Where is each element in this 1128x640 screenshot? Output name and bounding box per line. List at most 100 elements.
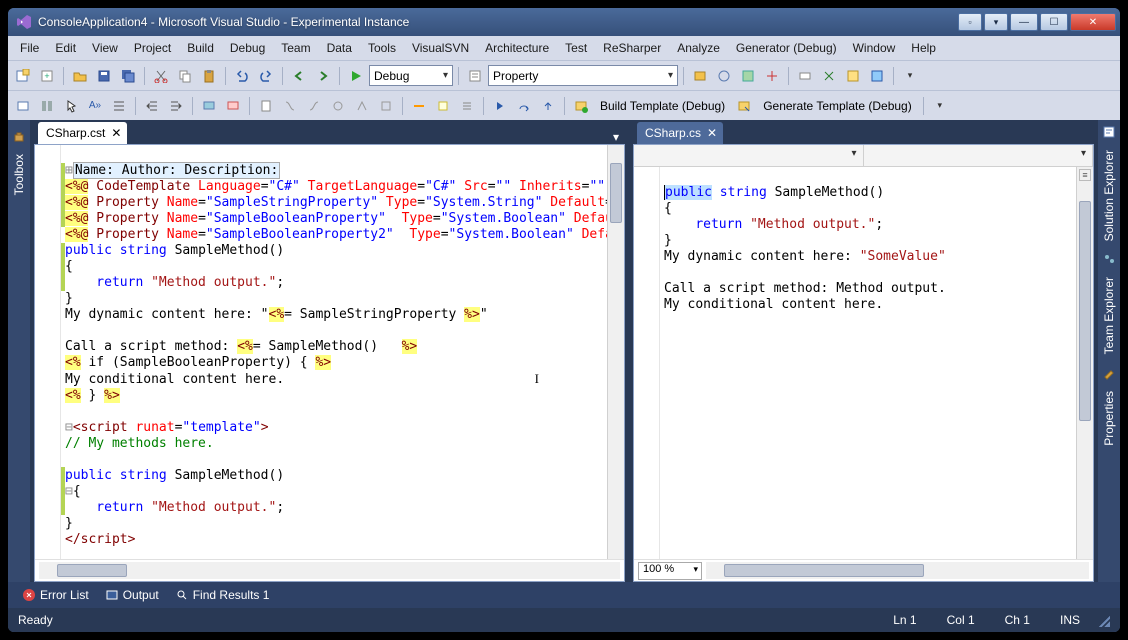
scrollbar-h-left[interactable] [39, 562, 620, 579]
menu-generator[interactable]: Generator (Debug) [728, 38, 845, 58]
editor-left[interactable]: ⊞Name: Author: Description: <%@ CodeTemp… [34, 144, 625, 582]
t2-x3-icon[interactable] [327, 95, 349, 117]
redo-icon[interactable] [255, 65, 277, 87]
tool-a-icon[interactable] [689, 65, 711, 87]
t2-comment-icon[interactable] [198, 95, 220, 117]
tab-close-icon[interactable]: ✕ [707, 126, 717, 140]
team-explorer-tab[interactable]: Team Explorer [1100, 271, 1118, 360]
paste-icon[interactable] [198, 65, 220, 87]
toolbar2-overflow-icon[interactable]: ▾ [929, 95, 951, 117]
window-button-b[interactable]: ▾ [984, 13, 1008, 31]
scrollbar-v-right[interactable]: ≡ [1076, 167, 1093, 559]
t2-step-icon[interactable] [489, 95, 511, 117]
toolbox-tab[interactable]: Toolbox [10, 150, 28, 199]
scrollbar-h-right[interactable] [706, 562, 1089, 579]
solution-explorer-icon[interactable] [1101, 124, 1117, 140]
menu-tools[interactable]: Tools [360, 38, 404, 58]
t2-stepover-icon[interactable] [513, 95, 535, 117]
tab-csharp-cst[interactable]: CSharp.cst ✕ [38, 122, 127, 144]
type-dropdown[interactable] [634, 145, 864, 166]
menu-team[interactable]: Team [273, 38, 318, 58]
start-debug-icon[interactable] [345, 65, 367, 87]
menu-window[interactable]: Window [845, 38, 904, 58]
t2-indent2-icon[interactable] [165, 95, 187, 117]
menu-project[interactable]: Project [126, 38, 179, 58]
menu-edit[interactable]: Edit [47, 38, 84, 58]
menu-data[interactable]: Data [319, 38, 360, 58]
resize-grip-icon[interactable] [1096, 613, 1110, 627]
menu-test[interactable]: Test [557, 38, 595, 58]
save-all-icon[interactable] [117, 65, 139, 87]
tool-f-icon[interactable] [818, 65, 840, 87]
find-results-tab[interactable]: Find Results 1 [169, 586, 276, 604]
maximize-button[interactable]: ☐ [1040, 13, 1068, 31]
t2-x5-icon[interactable] [375, 95, 397, 117]
zoom-combo[interactable]: 100 % [638, 562, 702, 580]
t2-outdent-icon[interactable] [141, 95, 163, 117]
team-explorer-icon[interactable] [1101, 251, 1117, 267]
t2-stepout-icon[interactable] [537, 95, 559, 117]
build-template-label[interactable]: Build Template (Debug) [594, 99, 731, 113]
solution-explorer-tab[interactable]: Solution Explorer [1100, 144, 1118, 247]
tool-g-icon[interactable] [842, 65, 864, 87]
tab-dropdown-icon[interactable]: ▾ [607, 130, 625, 144]
menu-build[interactable]: Build [179, 38, 222, 58]
property-icon[interactable] [464, 65, 486, 87]
solution-config-combo[interactable]: Debug [369, 65, 453, 86]
t2-x1-icon[interactable] [279, 95, 301, 117]
t2-y1-icon[interactable] [408, 95, 430, 117]
nav-back-icon[interactable] [288, 65, 310, 87]
menu-visualsvn[interactable]: VisualSVN [404, 38, 477, 58]
t2-a-icon[interactable] [12, 95, 34, 117]
close-button[interactable]: ✕ [1070, 13, 1116, 31]
open-icon[interactable] [69, 65, 91, 87]
t2-bookmark-icon[interactable] [255, 95, 277, 117]
copy-icon[interactable] [174, 65, 196, 87]
toolbar-overflow-icon[interactable]: ▾ [899, 65, 921, 87]
menu-help[interactable]: Help [903, 38, 944, 58]
generate-template-label[interactable]: Generate Template (Debug) [757, 99, 918, 113]
t2-x4-icon[interactable] [351, 95, 373, 117]
properties-tab[interactable]: Properties [1100, 385, 1118, 452]
platform-combo[interactable]: Property [488, 65, 678, 86]
toolbox-icon[interactable] [11, 128, 27, 144]
add-item-icon[interactable]: + [36, 65, 58, 87]
t2-cursor-icon[interactable] [60, 95, 82, 117]
menu-resharper[interactable]: ReSharper [595, 38, 669, 58]
tab-close-icon[interactable]: ✕ [111, 126, 121, 140]
generate-template-icon[interactable] [733, 95, 755, 117]
tool-b-icon[interactable] [713, 65, 735, 87]
undo-icon[interactable] [231, 65, 253, 87]
new-project-icon[interactable] [12, 65, 34, 87]
t2-y3-icon[interactable] [456, 95, 478, 117]
t2-b-icon[interactable] [36, 95, 58, 117]
window-button-a[interactable]: ▫ [958, 13, 982, 31]
tab-csharp-cs[interactable]: CSharp.cs ✕ [637, 122, 723, 144]
split-icon[interactable]: ≡ [1079, 169, 1091, 181]
menu-analyze[interactable]: Analyze [669, 38, 728, 58]
minimize-button[interactable]: — [1010, 13, 1038, 31]
menu-file[interactable]: File [12, 38, 47, 58]
output-tab[interactable]: Output [99, 586, 165, 604]
tool-d-icon[interactable] [761, 65, 783, 87]
code-lines-left[interactable]: ⊞Name: Author: Description: <%@ CodeTemp… [61, 145, 607, 559]
t2-y2-icon[interactable] [432, 95, 454, 117]
tool-h-icon[interactable] [866, 65, 888, 87]
t2-text-icon[interactable]: A» [84, 95, 106, 117]
scrollbar-v-left[interactable] [607, 145, 624, 559]
t2-x2-icon[interactable] [303, 95, 325, 117]
nav-fwd-icon[interactable] [312, 65, 334, 87]
properties-icon[interactable] [1101, 365, 1117, 381]
t2-uncomment-icon[interactable] [222, 95, 244, 117]
error-list-tab[interactable]: Error List [16, 586, 95, 604]
menu-architecture[interactable]: Architecture [477, 38, 557, 58]
tool-c-icon[interactable] [737, 65, 759, 87]
tool-e-icon[interactable] [794, 65, 816, 87]
cut-icon[interactable] [150, 65, 172, 87]
save-icon[interactable] [93, 65, 115, 87]
menu-view[interactable]: View [84, 38, 126, 58]
code-lines-right[interactable]: public string SampleMethod() { return "M… [660, 167, 1076, 559]
build-template-icon[interactable] [570, 95, 592, 117]
member-dropdown[interactable] [864, 145, 1094, 166]
menu-debug[interactable]: Debug [222, 38, 273, 58]
